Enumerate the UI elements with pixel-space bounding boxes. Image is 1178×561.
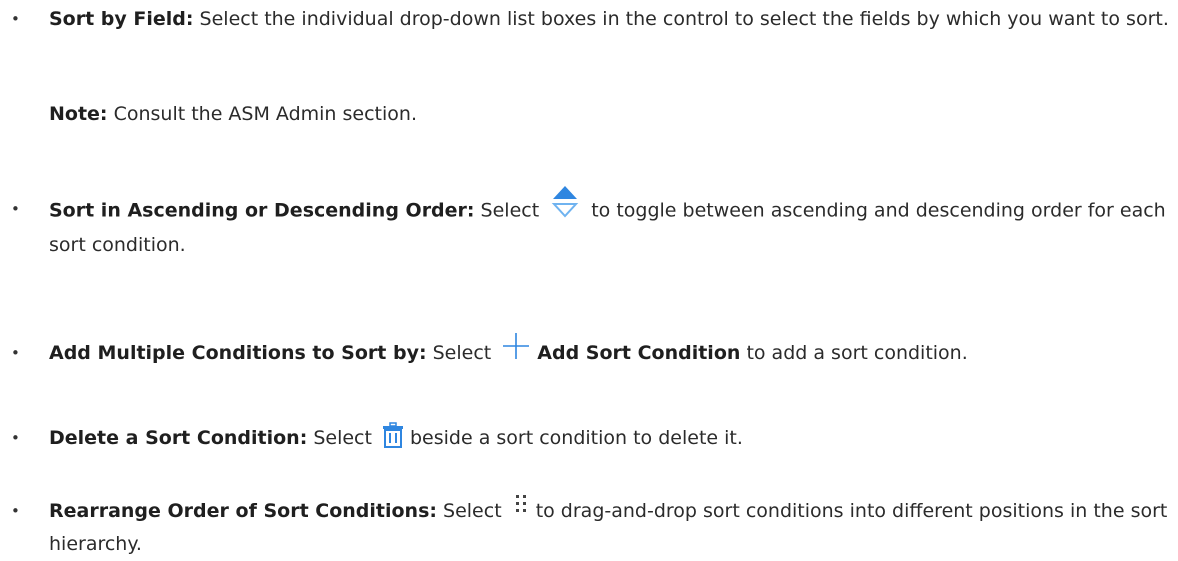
note-text: Consult the ASM Admin section. <box>107 103 417 125</box>
bullet: • <box>11 10 20 28</box>
item-text-after: to add a sort condition. <box>740 342 968 364</box>
instruction-list: • Sort by Field: Select the individual d… <box>0 0 1178 555</box>
bullet: • <box>11 429 20 447</box>
item-title: Add Multiple Conditions to Sort by: <box>49 342 427 364</box>
plus-icon <box>501 331 531 361</box>
item-text-after: beside a sort condition to delete it. <box>410 427 743 449</box>
bullet: • <box>11 200 20 218</box>
item-text-before: Select <box>307 427 372 449</box>
item-text-before: Select <box>436 500 502 522</box>
list-item-delete-condition: • Delete a Sort Condition: Select beside… <box>0 421 1178 455</box>
item-text-before: Select <box>474 199 540 222</box>
list-item-add-conditions: • Add Multiple Conditions to Sort by: Se… <box>0 332 1178 370</box>
sort-toggle-icon <box>551 183 579 219</box>
item-title: Delete a Sort Condition: <box>49 427 308 449</box>
document-page: • Sort by Field: Select the individual d… <box>0 0 1178 555</box>
bullet: • <box>11 502 20 520</box>
item-text-before: Select <box>426 342 492 364</box>
item-title: Sort by Field: <box>49 8 194 30</box>
drag-handle-icon <box>514 493 528 519</box>
list-item-sort-by-field: • Sort by Field: Select the individual d… <box>0 3 1178 36</box>
item-text: Select the individual drop-down list box… <box>193 8 1169 30</box>
note-label: Note: <box>49 103 108 125</box>
item-title: Rearrange Order of Sort Conditions: <box>49 500 437 522</box>
add-sort-condition-label: Add Sort Condition <box>537 342 741 364</box>
note-paragraph: Note: Consult the ASM Admin section. <box>49 98 417 131</box>
list-item-sort-order: • Sort in Ascending or Descending Order:… <box>0 186 1178 262</box>
item-title: Sort in Ascending or Descending Order: <box>49 199 475 222</box>
list-item-rearrange-order: • Rearrange Order of Sort Conditions: Se… <box>0 493 1178 561</box>
trash-icon <box>382 421 404 448</box>
bullet: • <box>11 344 20 362</box>
